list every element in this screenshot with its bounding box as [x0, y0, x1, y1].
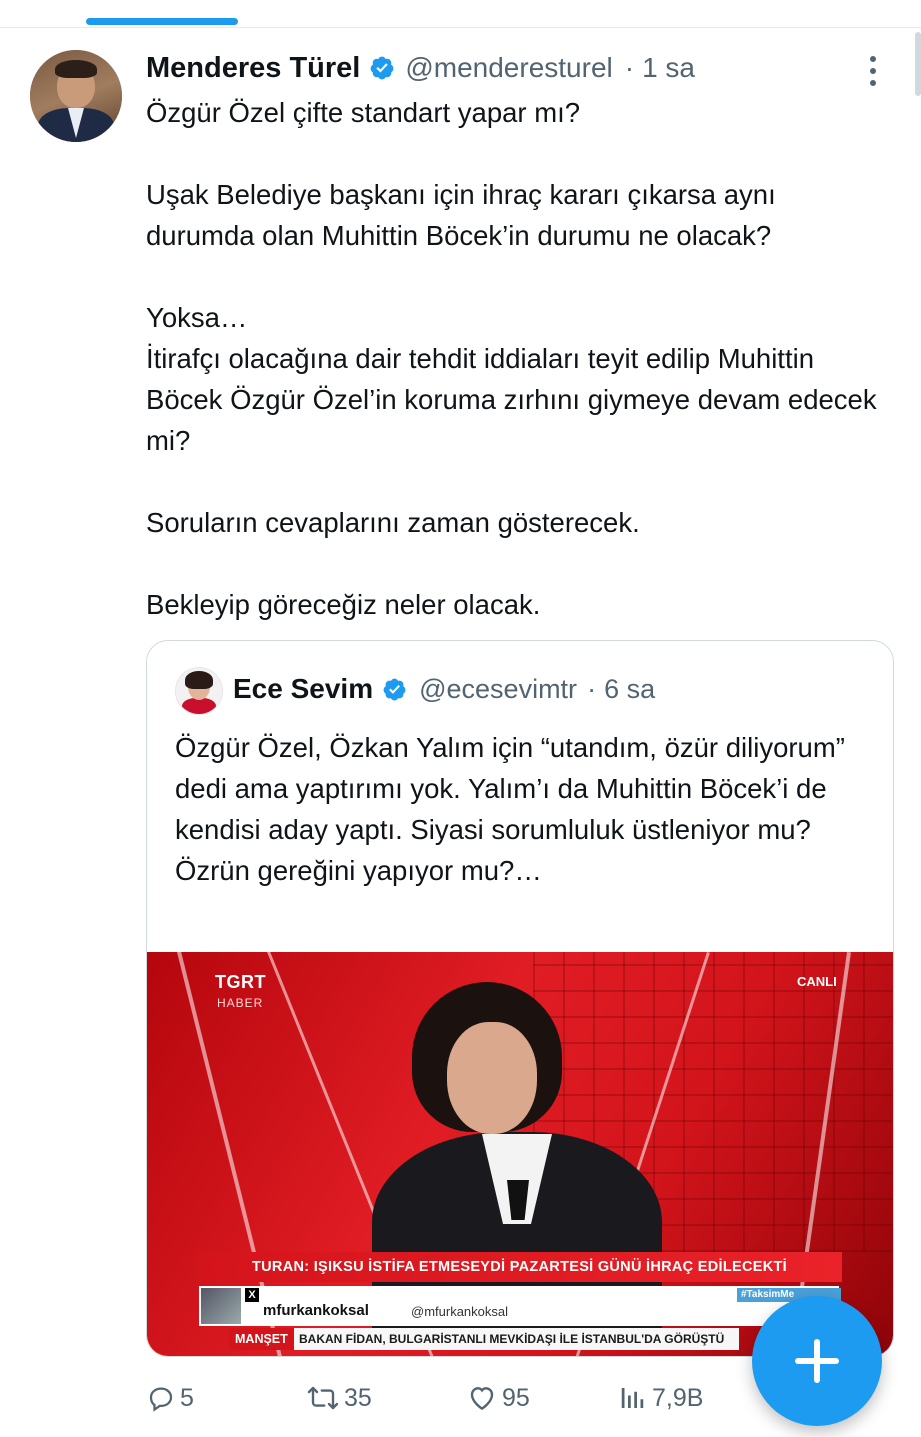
retweet-button[interactable]: 35 — [306, 1378, 372, 1418]
tweet-paragraph: Yoksa… İtirafçı olacağına dair tehdit id… — [146, 302, 877, 456]
tweet-header: Menderes Türel @menderesturel · 1 sa — [146, 50, 695, 86]
quoted-tweet-header: Ece Sevim @ecesevimtr · 6 sa — [233, 673, 655, 705]
headline-text: BAKAN FİDAN, BULGARİSTANLI MEVKİDAŞI İLE… — [299, 1332, 725, 1346]
views-count: 7,9B — [652, 1383, 704, 1412]
separator-dot: · — [624, 52, 635, 83]
top-divider — [0, 27, 921, 28]
tweet-time[interactable]: 1 sa — [642, 52, 695, 84]
x-logo-icon: X — [245, 1288, 259, 1302]
views-icon — [621, 1388, 644, 1408]
author-avatar[interactable] — [30, 50, 122, 142]
author-name[interactable]: Menderes Türel — [146, 52, 360, 85]
retweet-icon — [307, 1386, 339, 1410]
headline-bar: MANŞET BAKAN FİDAN, BULGARİSTANLI MEVKİD… — [229, 1328, 739, 1350]
live-badge: CANLI — [797, 974, 837, 989]
headline-label: MANŞET — [229, 1328, 294, 1350]
channel-logo-sub: HABER — [217, 996, 264, 1010]
tweet-paragraph: Uşak Belediye başkanı için ihraç kararı … — [146, 179, 776, 251]
tab-indicator — [86, 18, 238, 25]
views-button[interactable]: 7,9B — [618, 1378, 703, 1418]
quoted-tweet-text: Özgür Özel, Özkan Yalım için “utandım, ö… — [175, 732, 845, 886]
social-thumbnail — [201, 1288, 241, 1324]
social-name: mfurkankoksal — [263, 1302, 369, 1319]
like-button[interactable]: 95 — [466, 1378, 530, 1418]
presenter-figure — [447, 1022, 537, 1134]
reply-count: 5 — [180, 1383, 194, 1412]
channel-logo: TGRT — [215, 972, 266, 992]
social-lower-third: X mfurkankoksal @mfurkankoksal #TaksimMe — [199, 1286, 841, 1326]
quoted-tweet-time[interactable]: 6 sa — [604, 674, 655, 705]
verified-badge-icon — [370, 56, 394, 80]
tweet-paragraph: Soruların cevaplarını zaman gösterecek. — [146, 507, 640, 538]
like-count: 95 — [502, 1383, 530, 1412]
news-ticker-text: TURAN: IŞIKSU İSTİFA ETMESEYDİ PAZARTESİ… — [252, 1259, 787, 1275]
quoted-author-name[interactable]: Ece Sevim — [233, 673, 373, 705]
separator-dot: · — [587, 673, 597, 704]
reply-icon — [149, 1387, 173, 1412]
tweet-paragraph: Özgür Özel çifte standart yapar mı? — [146, 97, 581, 128]
quoted-author-handle[interactable]: @ecesevimtr — [419, 674, 577, 705]
more-vertical-icon[interactable] — [862, 56, 882, 86]
tweet-text: Özgür Özel çifte standart yapar mı? Uşak… — [146, 92, 886, 625]
quoted-tweet[interactable]: Ece Sevim @ecesevimtr · 6 sa Özgür Özel,… — [146, 640, 894, 1357]
tweet-paragraph: Bekleyip göreceğiz neler olacak. — [146, 589, 541, 620]
author-handle[interactable]: @menderesturel — [405, 52, 612, 84]
plus-icon — [795, 1358, 839, 1364]
quoted-author-avatar[interactable] — [175, 667, 223, 715]
quoted-tweet-video[interactable]: TGRT HABER CANLI TURAN: IŞIKSU İSTİFA ET… — [147, 952, 893, 1356]
verified-badge-icon — [383, 678, 406, 700]
retweet-count: 35 — [344, 1383, 372, 1412]
news-ticker: TURAN: IŞIKSU İSTİFA ETMESEYDİ PAZARTESİ… — [197, 1252, 842, 1282]
social-handle: @mfurkankoksal — [411, 1304, 509, 1319]
heart-icon — [470, 1387, 494, 1411]
reply-button[interactable]: 5 — [146, 1378, 194, 1418]
compose-button[interactable] — [752, 1296, 882, 1426]
scrollbar[interactable] — [915, 32, 921, 96]
